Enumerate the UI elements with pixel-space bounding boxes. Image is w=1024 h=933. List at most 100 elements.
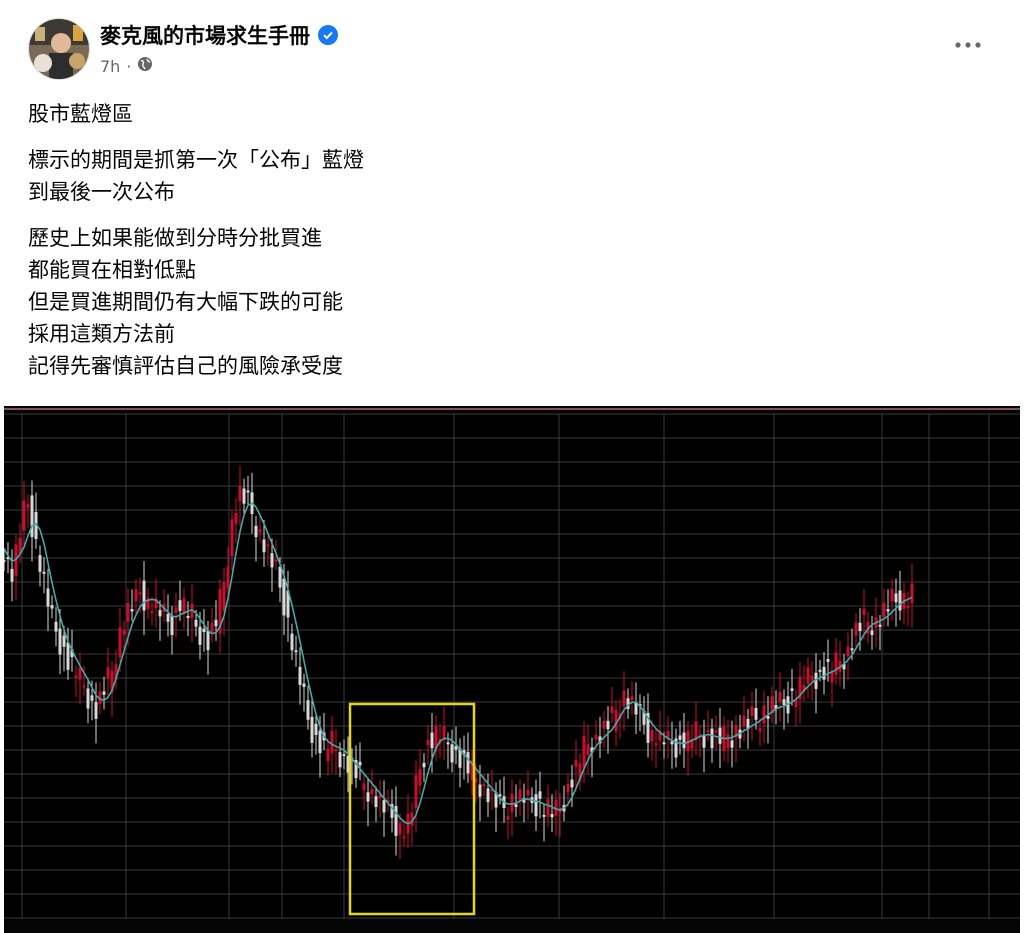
candle-body xyxy=(886,609,890,612)
candle-body xyxy=(210,622,214,633)
candle-body xyxy=(682,732,686,749)
candle-body xyxy=(222,582,226,612)
verified-badge-icon xyxy=(318,25,338,45)
candle-body xyxy=(450,744,454,763)
candle-body xyxy=(178,600,182,612)
candle-body xyxy=(630,696,634,701)
candle-body xyxy=(358,761,362,766)
candle-body xyxy=(586,744,590,756)
chart-background xyxy=(4,406,1020,933)
candle-body xyxy=(142,580,146,611)
candle-body xyxy=(398,823,402,835)
candle-body xyxy=(138,592,142,595)
candle-body xyxy=(318,730,322,754)
candle-body xyxy=(750,706,754,716)
candle-body xyxy=(310,716,314,743)
candle-body xyxy=(42,571,46,574)
candle-body xyxy=(294,650,298,653)
candle-body xyxy=(910,583,914,604)
candle-body xyxy=(850,648,854,651)
paragraph: 歷史上如果能做到分時分批買進 都能買在相對低點 但是買進期間仍有大幅下跌的可能 … xyxy=(28,222,988,382)
candle-body xyxy=(822,666,826,680)
candle-body xyxy=(678,735,682,740)
candle-body xyxy=(26,504,30,509)
candle-body xyxy=(414,775,418,808)
candle-body xyxy=(206,630,210,651)
candle-body xyxy=(426,739,430,746)
candle-body xyxy=(662,742,666,745)
page-name-row: 麥克風的市場求生手冊 xyxy=(100,20,338,50)
candle-body xyxy=(574,759,578,767)
candle-body xyxy=(126,603,130,622)
candle-body xyxy=(686,730,690,752)
candle-body xyxy=(622,690,626,707)
candle-body xyxy=(46,588,50,607)
candle-body xyxy=(102,691,106,695)
globe-icon[interactable] xyxy=(137,56,153,76)
candle-body xyxy=(38,555,42,572)
candle-body xyxy=(186,615,190,618)
post-time[interactable]: 7h xyxy=(100,57,120,76)
candle-body xyxy=(846,646,850,657)
candle-body xyxy=(334,749,338,752)
page-name[interactable]: 麥克風的市場求生手冊 xyxy=(100,20,310,50)
candle-body xyxy=(30,495,34,538)
candle-body xyxy=(730,740,734,748)
avatar-image xyxy=(29,19,89,79)
candle-body xyxy=(726,734,730,749)
candle-body xyxy=(790,688,794,691)
candle-body xyxy=(778,691,782,703)
candle-body xyxy=(506,816,510,820)
meta-separator: · xyxy=(126,56,132,76)
candle-body xyxy=(198,626,202,645)
candle-body xyxy=(754,708,758,720)
chart-footer-strip xyxy=(4,919,1020,933)
text-line: 但是買進期間仍有大幅下跌的可能 xyxy=(28,290,343,314)
candle-body xyxy=(290,633,294,651)
more-options-button[interactable] xyxy=(950,30,986,60)
candle-body xyxy=(362,783,366,791)
candle-body xyxy=(906,606,910,609)
candle-body xyxy=(422,762,426,768)
post-meta: 7h · xyxy=(100,56,153,76)
candle-body xyxy=(430,732,434,749)
candle-body xyxy=(166,613,170,622)
candle-body xyxy=(242,488,246,504)
candle-body xyxy=(758,728,762,732)
candle-body xyxy=(514,804,518,808)
candle-body xyxy=(314,723,318,735)
candle-body xyxy=(22,500,26,531)
candle-body xyxy=(330,731,334,754)
candle-body xyxy=(270,553,274,568)
candle-body xyxy=(274,559,278,562)
candle-body xyxy=(650,730,654,742)
candle-body xyxy=(194,619,198,627)
candle-body xyxy=(550,813,554,818)
candle-body xyxy=(238,485,242,502)
candle-body xyxy=(582,735,586,768)
candle-body xyxy=(50,605,54,609)
text-line: 記得先審慎評估自己的風險承受度 xyxy=(28,354,343,378)
candle-body xyxy=(306,700,310,720)
candlestick-chart xyxy=(4,406,1020,933)
paragraph: 股市藍燈區 xyxy=(28,98,988,130)
more-options-icon xyxy=(955,42,981,48)
avatar[interactable] xyxy=(28,18,90,80)
candle-body xyxy=(418,768,422,786)
candle-body xyxy=(526,789,530,796)
candle-body xyxy=(882,603,886,617)
candle-body xyxy=(66,642,70,670)
text-line: 到最後一次公布 xyxy=(28,180,175,204)
text-line: 標示的期間是抓第一次「公布」藍燈 xyxy=(28,148,364,172)
post-header: 麥克風的市場求生手冊 7h · xyxy=(0,0,1024,90)
candle-body xyxy=(478,784,482,797)
candle-body xyxy=(594,734,598,740)
candle-body xyxy=(202,628,206,633)
candle-body xyxy=(262,539,266,553)
candle-body xyxy=(810,675,814,681)
candle-body xyxy=(706,730,710,733)
stock-chart-image[interactable] xyxy=(4,406,1020,933)
candle-body xyxy=(134,588,138,602)
candle-body xyxy=(366,792,370,802)
candle-body xyxy=(10,568,14,582)
